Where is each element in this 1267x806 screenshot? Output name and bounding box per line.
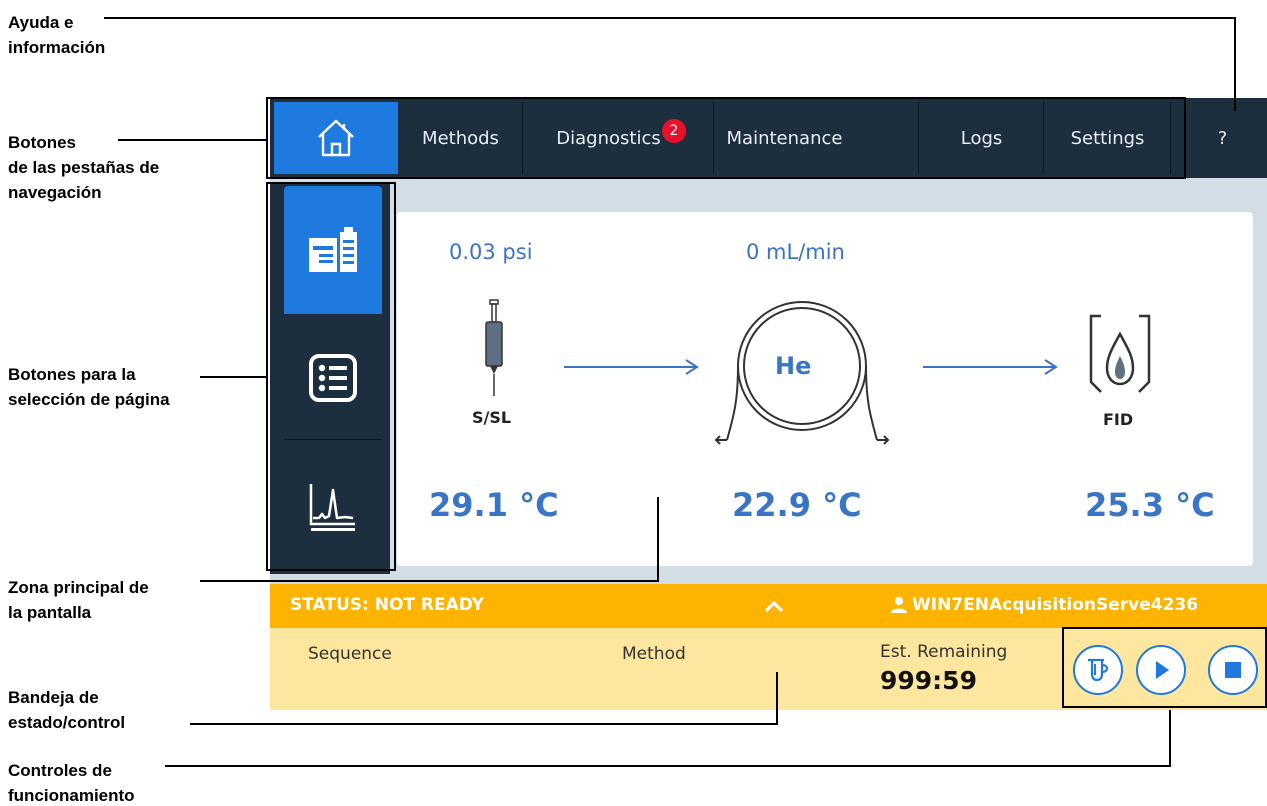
stop-icon xyxy=(1225,662,1241,678)
tab-logs-label: Logs xyxy=(960,127,1003,149)
user-indicator: WIN7ENAcquisitionServe4236 xyxy=(890,595,1198,615)
tab-settings[interactable]: Settings xyxy=(1045,102,1171,174)
syringe-icon xyxy=(485,299,503,396)
start-icon xyxy=(1156,661,1169,679)
inlet-label: S/SL xyxy=(472,408,512,427)
tab-logs[interactable]: Logs xyxy=(920,102,1044,174)
callout-main-area: Zona principal de la pantalla xyxy=(8,578,149,622)
tab-diagnostics[interactable]: Diagnostics 2 xyxy=(524,102,714,174)
callout-nav-tabs: Botones de las pestañas de navegación xyxy=(8,133,160,202)
tab-diagnostics-label: Diagnostics xyxy=(556,127,661,149)
tab-maintenance[interactable]: Maintenance xyxy=(715,102,919,174)
detector-temperature: 25.3 °C xyxy=(1085,486,1215,524)
callout-operation-controls: Controles de funcionamiento xyxy=(8,761,135,805)
tab-help[interactable]: ? xyxy=(1178,102,1267,174)
column-flow: 0 mL/min xyxy=(746,240,845,264)
home-icon xyxy=(318,119,354,157)
callout-status-tray: Bandeja de estado/control xyxy=(8,688,126,732)
est-remaining-value: 999:59 xyxy=(880,666,977,695)
sequence-label: Sequence xyxy=(308,644,392,664)
chevron-up-icon xyxy=(764,600,784,613)
prep-run-icon xyxy=(1088,658,1109,682)
list-icon xyxy=(309,353,357,402)
tab-methods[interactable]: Methods xyxy=(399,102,523,174)
start-button[interactable] xyxy=(1136,645,1186,695)
inlet-pressure: 0.03 psi xyxy=(449,240,533,264)
inlet-temperature: 29.1 °C xyxy=(429,486,559,524)
page-button-list[interactable] xyxy=(284,316,382,440)
status-bar[interactable]: STATUS: NOT READY WIN7ENAcquisitionServe… xyxy=(270,584,1267,628)
tab-home[interactable] xyxy=(274,102,398,174)
user-name: WIN7ENAcquisitionServe4236 xyxy=(912,595,1199,615)
prep-run-button[interactable] xyxy=(1073,645,1123,695)
tab-settings-label: Settings xyxy=(1070,127,1145,149)
instrument-screen: Methods Diagnostics 2 Maintenance Logs S… xyxy=(270,98,1267,710)
status-control-tray: Sequence Method Est. Remaining 999:59 xyxy=(270,628,1267,710)
est-remaining-label: Est. Remaining xyxy=(880,642,1008,662)
instrument-icon xyxy=(309,227,357,272)
flow-arrow-icon xyxy=(923,359,1058,375)
flow-arrow-icon xyxy=(564,359,699,375)
callout-page-select: Botones para la selección de página xyxy=(8,365,170,409)
carrier-gas-label: He xyxy=(775,352,812,380)
page-button-chromatogram[interactable] xyxy=(284,442,382,570)
oven-temperature: 22.9 °C xyxy=(732,486,862,524)
callout-help-info: Ayuda e información xyxy=(8,13,106,57)
tab-methods-label: Methods xyxy=(422,127,499,149)
tab-maintenance-label: Maintenance xyxy=(726,127,843,149)
detector-label: FID xyxy=(1103,410,1134,429)
user-icon xyxy=(891,596,907,613)
page-select-sidebar xyxy=(270,182,390,574)
flame-detector-icon xyxy=(1089,314,1151,393)
stop-button[interactable] xyxy=(1208,645,1258,695)
page-button-instrument[interactable] xyxy=(284,186,382,314)
tab-help-label: ? xyxy=(1217,127,1228,149)
nav-tab-bar: Methods Diagnostics 2 Maintenance Logs S… xyxy=(270,98,1267,178)
tray-toggle-button[interactable] xyxy=(763,588,785,629)
notification-badge: 2 xyxy=(662,119,686,143)
chromatogram-icon xyxy=(309,484,355,531)
status-text: STATUS: NOT READY xyxy=(290,595,484,615)
method-label: Method xyxy=(622,644,686,664)
main-display-area: 0.03 psi 0 mL/min S/SL He FID 29.1 °C 22… xyxy=(397,212,1253,566)
